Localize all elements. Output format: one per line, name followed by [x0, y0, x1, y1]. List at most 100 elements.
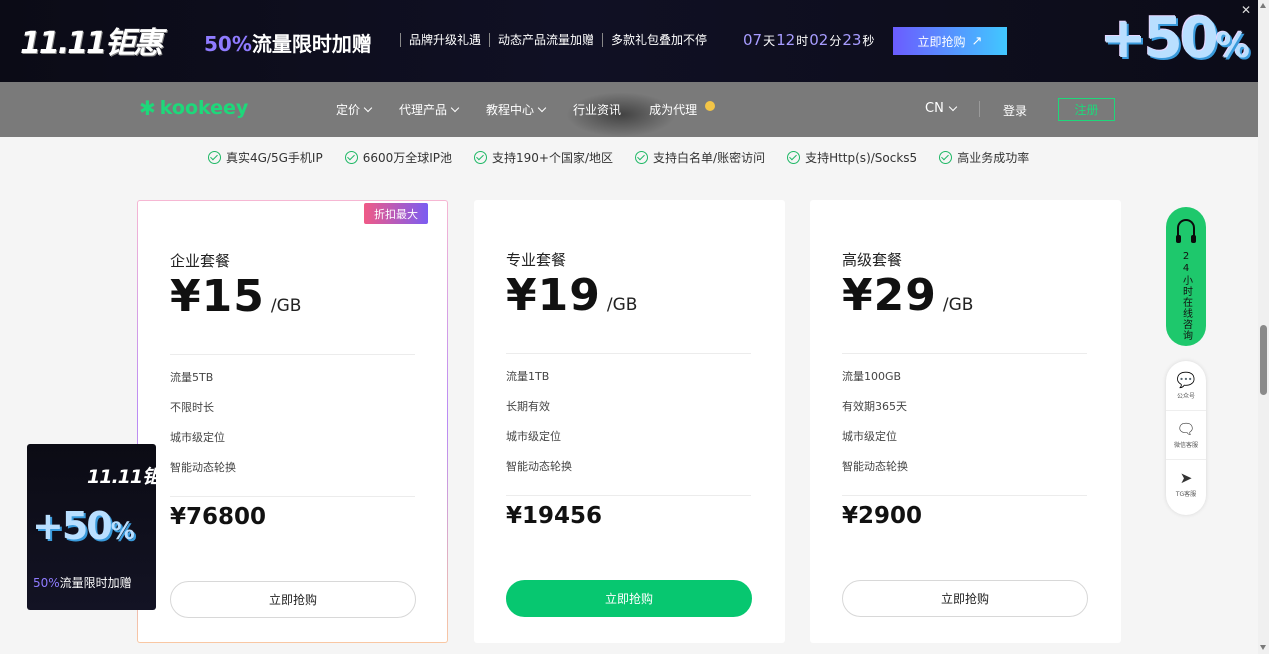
- nav-divider: [979, 101, 980, 117]
- promo-countdown: 07 天 12 时 02 分 23 秒: [742, 31, 874, 49]
- social-contact-panel: 💬 公众号 🗨 微信客服 ➤ TG客服: [1166, 361, 1206, 515]
- hot-dot-icon: [705, 100, 716, 111]
- promo-plus50-pct: %: [1215, 26, 1250, 66]
- feature-item: 支持白名单/账密访问: [635, 149, 765, 166]
- plan-feature-list: 流量5TB 不限时长 城市级定位 智能动态轮换: [170, 371, 236, 491]
- check-circle-icon: [787, 151, 801, 164]
- floating-promo-plus50-pct: %: [110, 517, 135, 545]
- chat-bubble-icon: 💬: [1176, 370, 1196, 389]
- headset-icon: [1176, 219, 1196, 243]
- feature-strip: 真实4G/5G手机IP 6600万全球IP池 支持190+个国家/地区 支持白名…: [208, 149, 1029, 166]
- buy-button-enterprise[interactable]: 立即抢购: [170, 581, 416, 618]
- floating-promo-pct: 50%: [33, 576, 60, 590]
- check-circle-icon: [939, 151, 953, 164]
- plan-feature: 城市级定位: [506, 430, 561, 443]
- floating-promo-plus50-text: +50: [32, 504, 113, 548]
- plan-feature: 流量1TB: [506, 370, 550, 383]
- floating-promo-ad[interactable]: 11.11钜惠 +50% 50%流量限时加赠: [27, 444, 156, 610]
- plan-feature: 智能动态轮换: [506, 460, 572, 473]
- plan-name: 专业套餐: [506, 251, 567, 269]
- plan-feature: 智能动态轮换: [170, 461, 236, 474]
- floating-promo-plus50-graphic: +50%: [32, 504, 135, 548]
- social-item-wechat[interactable]: 🗨 微信客服: [1166, 410, 1206, 459]
- feature-text: 高业务成功率: [957, 151, 1030, 165]
- promo-headline: 50%流量限时加赠: [204, 28, 372, 57]
- plan-total-price: ¥2900: [842, 503, 923, 529]
- countdown-minute-unit: 分: [829, 34, 842, 48]
- plan-card-advanced: 高级套餐 ¥29 /GB 流量100GB 有效期365天 城市级定位 智能动态轮…: [810, 200, 1121, 643]
- scroll-down-arrow-icon[interactable]: [1260, 645, 1266, 650]
- plan-name: 企业套餐: [170, 252, 231, 270]
- promo-item: 品牌升级礼遇: [400, 33, 491, 47]
- plan-feature: 流量100GB: [842, 370, 902, 383]
- card-divider: [170, 354, 415, 355]
- feature-text: 支持白名单/账密访问: [653, 151, 766, 165]
- social-label: 微信客服: [1173, 442, 1198, 449]
- card-divider: [170, 496, 415, 497]
- feature-text: 支持190+个国家/地区: [492, 151, 614, 165]
- plan-price: ¥19 /GB: [506, 270, 637, 321]
- card-divider: [842, 495, 1087, 496]
- language-selector[interactable]: CN: [925, 101, 958, 116]
- card-divider: [506, 495, 751, 496]
- nav-item-become-agent[interactable]: 成为代理: [649, 100, 716, 118]
- plan-card-professional: 专业套餐 ¥19 /GB 流量1TB 长期有效 城市级定位 智能动态轮换 ¥19…: [474, 200, 785, 643]
- nav-item-label: 定价: [336, 103, 361, 117]
- kookeey-logo-icon: ✱: [139, 96, 156, 120]
- plan-feature: 有效期365天: [842, 400, 907, 413]
- buy-button-advanced[interactable]: 立即抢购: [842, 580, 1088, 617]
- promo-items: 品牌升级礼遇 动态产品流量加赠 多款礼包叠加不停: [400, 33, 715, 47]
- wechat-icon: 🗨: [1176, 420, 1196, 438]
- nav-item-label: 教程中心: [486, 103, 535, 117]
- plan-feature: 智能动态轮换: [842, 460, 908, 473]
- chevron-down-icon: [948, 102, 958, 112]
- close-icon[interactable]: ✕: [1240, 4, 1252, 16]
- promo-headline-text: 流量限时加赠: [251, 32, 372, 56]
- nav-item-pricing[interactable]: 定价: [336, 101, 373, 118]
- social-item-telegram[interactable]: ➤ TG客服: [1166, 459, 1206, 508]
- nav-item-label: 代理产品: [399, 103, 448, 117]
- countdown-second-unit: 秒: [862, 34, 875, 48]
- plan-price-unit: /GB: [606, 295, 638, 315]
- social-item-official-account[interactable]: 💬 公众号: [1166, 361, 1206, 410]
- plan-feature: 城市级定位: [842, 430, 897, 443]
- card-divider: [506, 353, 751, 354]
- nav-item-tutorials[interactable]: 教程中心: [486, 101, 547, 118]
- support-label: 24小时在线咨询: [1180, 251, 1192, 341]
- plan-feature: 不限时长: [170, 401, 214, 414]
- login-link[interactable]: 登录: [1003, 102, 1027, 119]
- brand-logo[interactable]: ✱ kookeey: [139, 96, 248, 120]
- countdown-seconds: 23: [842, 31, 862, 49]
- plan-feature-list: 流量1TB 长期有效 城市级定位 智能动态轮换: [506, 370, 572, 490]
- scroll-up-arrow-icon[interactable]: [1260, 3, 1266, 8]
- feature-item: 真实4G/5G手机IP: [208, 149, 323, 166]
- feature-item: 6600万全球IP池: [344, 149, 452, 166]
- plan-card-enterprise: 折扣最大 企业套餐 ¥15 /GB 流量5TB 不限时长 城市级定位 智能动态轮…: [137, 200, 448, 643]
- arrow-up-right-icon: ↗: [971, 33, 983, 48]
- chevron-down-icon: [537, 103, 547, 113]
- feature-item: 高业务成功率: [939, 149, 1029, 166]
- nav-item-label: 成为代理: [649, 103, 698, 117]
- scrollbar[interactable]: [1258, 0, 1269, 654]
- nav-item-industry-news[interactable]: 行业资讯: [573, 101, 621, 118]
- online-support-button[interactable]: 24小时在线咨询: [1166, 207, 1206, 346]
- floating-promo-rest: 流量限时加赠: [59, 576, 132, 590]
- floating-promo-text: 50%流量限时加赠: [33, 574, 132, 591]
- promo-plus50-text: +50: [1100, 6, 1219, 71]
- feature-item: 支持190+个国家/地区: [474, 149, 613, 166]
- plan-price-unit: /GB: [942, 295, 974, 315]
- telegram-icon: ➤: [1179, 469, 1193, 487]
- check-circle-icon: [208, 151, 221, 164]
- plan-feature: 城市级定位: [170, 431, 225, 444]
- buy-button-professional[interactable]: 立即抢购: [506, 580, 752, 617]
- promo-buy-button[interactable]: 立即抢购 ↗: [893, 27, 1007, 55]
- register-button[interactable]: 注册: [1058, 98, 1115, 121]
- scroll-thumb[interactable]: [1260, 325, 1267, 395]
- nav-item-proxy-products[interactable]: 代理产品: [399, 101, 460, 118]
- promo-banner[interactable]: 11.11钜惠 50%流量限时加赠 品牌升级礼遇 动态产品流量加赠 多款礼包叠加…: [0, 0, 1258, 82]
- brand-name: kookeey: [159, 97, 249, 119]
- promo-headline-pct: 50%: [204, 32, 252, 56]
- nav-menu: 定价 代理产品 教程中心 行业资讯 成为代理: [336, 100, 716, 118]
- countdown-days: 07: [743, 31, 763, 49]
- promo-logo: 11.11钜惠: [20, 26, 163, 61]
